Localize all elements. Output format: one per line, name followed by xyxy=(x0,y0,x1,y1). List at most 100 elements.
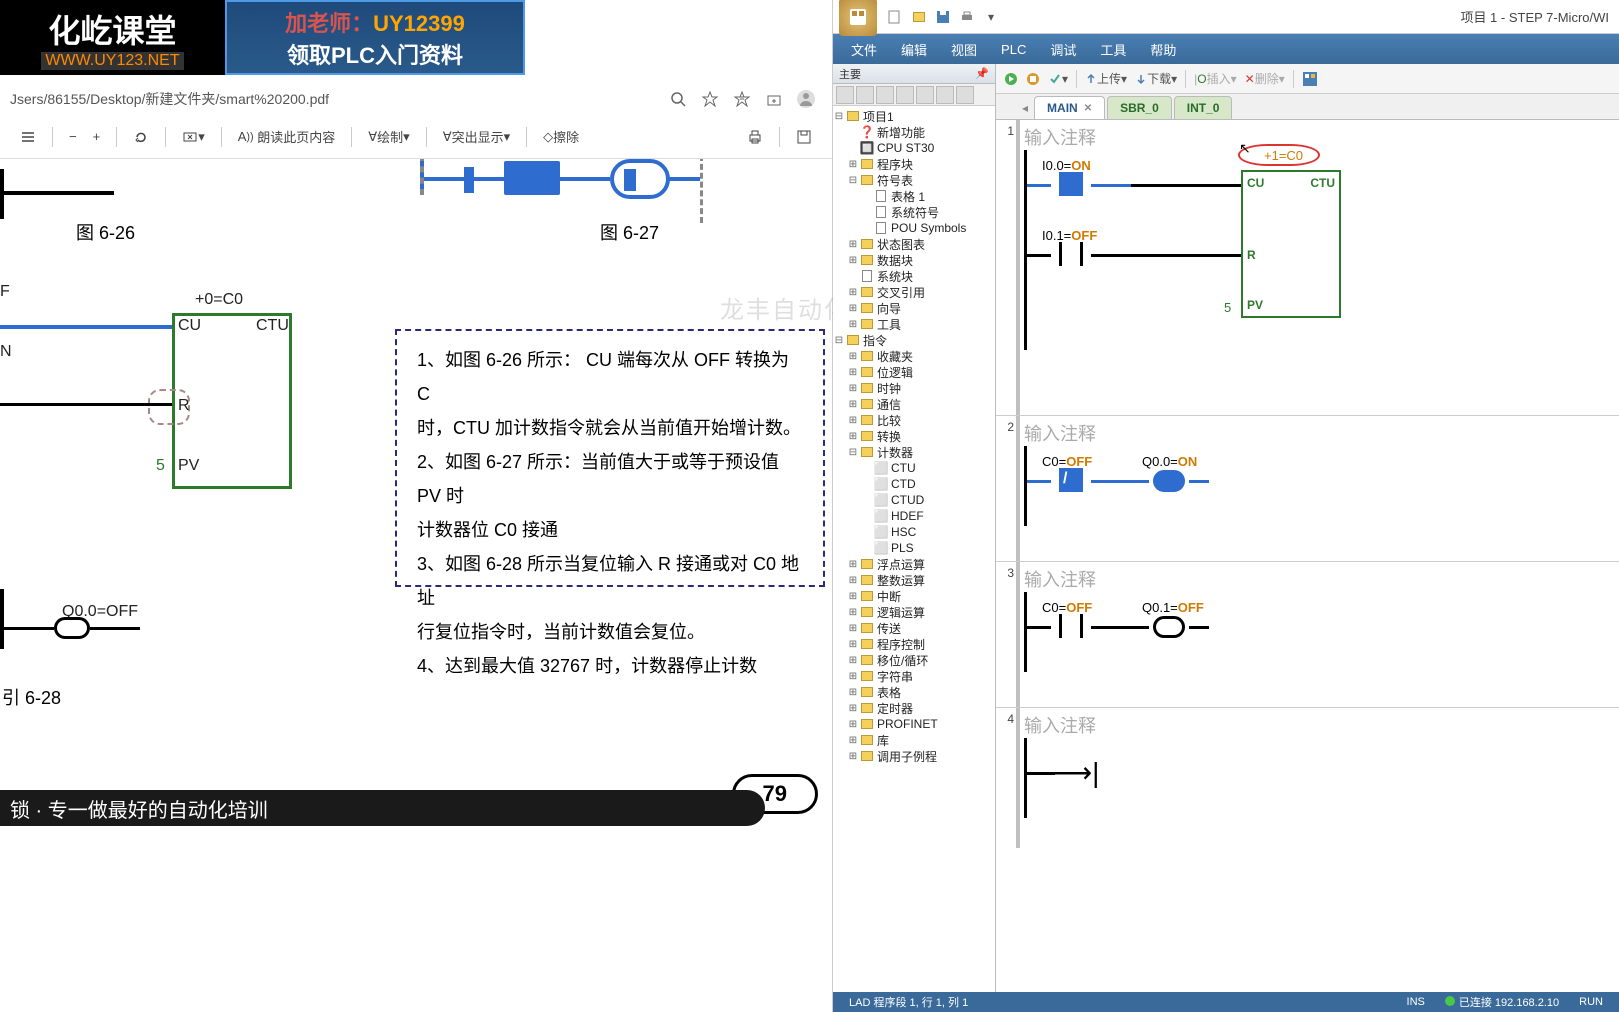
tree-newfn[interactable]: 新增功能 xyxy=(877,124,925,141)
tree-wizard[interactable]: 向导 xyxy=(877,300,901,317)
new-icon[interactable] xyxy=(885,7,905,27)
project-tree[interactable]: ⊟项目1 ❓新增功能 🔲CPU ST30 ⊞程序块 ⊟符号表 表格 1 系统符号… xyxy=(833,106,995,1012)
print-icon[interactable] xyxy=(739,125,771,149)
tree-instructions[interactable]: 指令 xyxy=(863,332,887,349)
tree-counter[interactable]: 计数器 xyxy=(877,444,913,461)
download-button[interactable]: 下载▾ xyxy=(1131,70,1181,87)
tree-shift[interactable]: 移位/循环 xyxy=(877,652,928,669)
tab-int0[interactable]: INT_0 xyxy=(1174,96,1233,119)
tree-pls[interactable]: PLS xyxy=(891,541,914,555)
view-btn-7[interactable] xyxy=(956,86,974,104)
menu-file[interactable]: 文件 xyxy=(839,40,889,59)
misc-icon[interactable] xyxy=(1298,71,1322,87)
menu-plc[interactable]: PLC xyxy=(989,42,1038,57)
ctu-instruction-box[interactable]: CU CTU R PV xyxy=(1241,170,1341,318)
tree-logic[interactable]: 逻辑运算 xyxy=(877,604,925,621)
dropdown-icon[interactable]: ▾ xyxy=(981,7,1001,27)
view-btn-6[interactable] xyxy=(936,86,954,104)
tree-datablk[interactable]: 数据块 xyxy=(877,252,913,269)
fit-page-icon[interactable]: ▾ xyxy=(174,125,213,149)
panel-header-main[interactable]: 主要📌 xyxy=(833,64,995,84)
tree-compare[interactable]: 比较 xyxy=(877,412,901,429)
browser-address-bar[interactable]: Jsers/86155/Desktop/新建文件夹/smart%20200.pd… xyxy=(0,83,832,115)
tree-syssym[interactable]: 系统符号 xyxy=(891,204,939,221)
app-orb-icon[interactable] xyxy=(839,0,877,36)
tree-pousym[interactable]: POU Symbols xyxy=(891,221,966,235)
tab-scroll-left[interactable]: ◂ xyxy=(1016,97,1034,119)
tree-sysblk[interactable]: 系统块 xyxy=(877,268,913,285)
zoom-in-button[interactable]: + xyxy=(85,125,109,148)
tree-int[interactable]: 整数运算 xyxy=(877,572,925,589)
save-icon[interactable] xyxy=(933,7,953,27)
tree-ctu[interactable]: CTU xyxy=(891,461,916,475)
network-comment[interactable]: 输入注释 xyxy=(1024,712,1096,738)
tree-fav[interactable]: 收藏夹 xyxy=(877,348,913,365)
ladder-area[interactable]: 1 输入注释 I0.0=ON +1=C0 ↖ CU xyxy=(996,120,1619,1012)
highlight-button[interactable]: ∀ 突出显示 ▾ xyxy=(435,123,518,150)
save-icon[interactable] xyxy=(788,125,820,149)
menu-view[interactable]: 视图 xyxy=(939,40,989,59)
delete-button[interactable]: ✕删除▾ xyxy=(1241,70,1289,87)
tree-clock[interactable]: 时钟 xyxy=(877,380,901,397)
pdf-content[interactable]: 图 6-26 图 6-27 +0=C0 CU CTU F N R 5 PV 1、… xyxy=(0,159,832,1012)
tree-hsc[interactable]: HSC xyxy=(891,525,916,539)
tree-progctl[interactable]: 程序控制 xyxy=(877,636,925,653)
network-3[interactable]: 3 输入注释 C0=OFF Q0.1=OFF xyxy=(996,562,1619,708)
pin-icon[interactable]: 📌 xyxy=(975,67,989,80)
network-comment[interactable]: 输入注释 xyxy=(1024,566,1096,592)
zoom-out-button[interactable]: − xyxy=(61,125,85,148)
insert-button[interactable]: |O插入▾ xyxy=(1190,70,1241,87)
upload-button[interactable]: 上传▾ xyxy=(1081,70,1131,87)
compile-icon[interactable]: ▾ xyxy=(1044,72,1072,86)
tree-comm[interactable]: 通信 xyxy=(877,396,901,413)
open-icon[interactable] xyxy=(909,7,929,27)
close-icon[interactable]: ✕ xyxy=(1084,103,1092,114)
ide-titlebar[interactable]: ▾ 项目 1 - STEP 7-Micro/WI xyxy=(833,0,1619,34)
tree-tools[interactable]: 工具 xyxy=(877,316,901,333)
tree-progblk[interactable]: 程序块 xyxy=(877,156,913,173)
contact-c0-no[interactable] xyxy=(1051,614,1091,638)
contact-i00[interactable] xyxy=(1051,172,1091,196)
menu-help[interactable]: 帮助 xyxy=(1138,40,1188,59)
read-aloud-button[interactable]: A)) 朗读此页内容 xyxy=(230,123,344,150)
tree-table[interactable]: 表格 xyxy=(877,684,901,701)
view-btn-1[interactable] xyxy=(836,86,854,104)
coil-q00[interactable] xyxy=(1149,470,1189,492)
tree-statchart[interactable]: 状态图表 xyxy=(877,236,925,253)
coil-q01[interactable] xyxy=(1149,616,1189,638)
tree-lib[interactable]: 库 xyxy=(877,732,889,749)
tree-subr[interactable]: 调用子例程 xyxy=(877,748,937,765)
tab-sbr0[interactable]: SBR_0 xyxy=(1107,96,1172,119)
tree-hdef[interactable]: HDEF xyxy=(891,509,924,523)
draw-button[interactable]: ∀ 绘制 ▾ xyxy=(360,123,417,150)
tree-xref[interactable]: 交叉引用 xyxy=(877,284,925,301)
contact-i01[interactable] xyxy=(1051,242,1091,266)
tree-float[interactable]: 浮点运算 xyxy=(877,556,925,573)
tree-cpu[interactable]: CPU ST30 xyxy=(877,141,934,155)
view-btn-5[interactable] xyxy=(916,86,934,104)
network-comment[interactable]: 输入注释 xyxy=(1024,420,1096,446)
view-btn-3[interactable] xyxy=(876,86,894,104)
tree-root[interactable]: 项目1 xyxy=(863,108,894,125)
run-icon[interactable] xyxy=(1000,72,1022,86)
print-icon[interactable] xyxy=(957,7,977,27)
tree-ctud[interactable]: CTUD xyxy=(891,493,924,507)
search-icon[interactable] xyxy=(664,85,692,113)
tree-bitlogic[interactable]: 位逻辑 xyxy=(877,364,913,381)
rotate-icon[interactable] xyxy=(125,125,157,149)
network-1[interactable]: 1 输入注释 I0.0=ON +1=C0 ↖ CU xyxy=(996,120,1619,416)
tree-convert[interactable]: 转换 xyxy=(877,428,901,445)
collections-icon[interactable] xyxy=(760,85,788,113)
star-icon[interactable] xyxy=(696,85,724,113)
network-4[interactable]: 4 输入注释 ⟶| xyxy=(996,708,1619,848)
profile-icon[interactable] xyxy=(792,85,820,113)
tab-main[interactable]: MAIN✕ xyxy=(1034,96,1105,119)
toc-icon[interactable] xyxy=(12,125,44,149)
menu-edit[interactable]: 编辑 xyxy=(889,40,939,59)
tree-profinet[interactable]: PROFINET xyxy=(877,717,938,731)
network-comment[interactable]: 输入注释 xyxy=(1024,124,1096,150)
tree-interrupt[interactable]: 中断 xyxy=(877,588,901,605)
menu-debug[interactable]: 调试 xyxy=(1038,40,1088,59)
tree-move[interactable]: 传送 xyxy=(877,620,901,637)
tree-ctd[interactable]: CTD xyxy=(891,477,916,491)
